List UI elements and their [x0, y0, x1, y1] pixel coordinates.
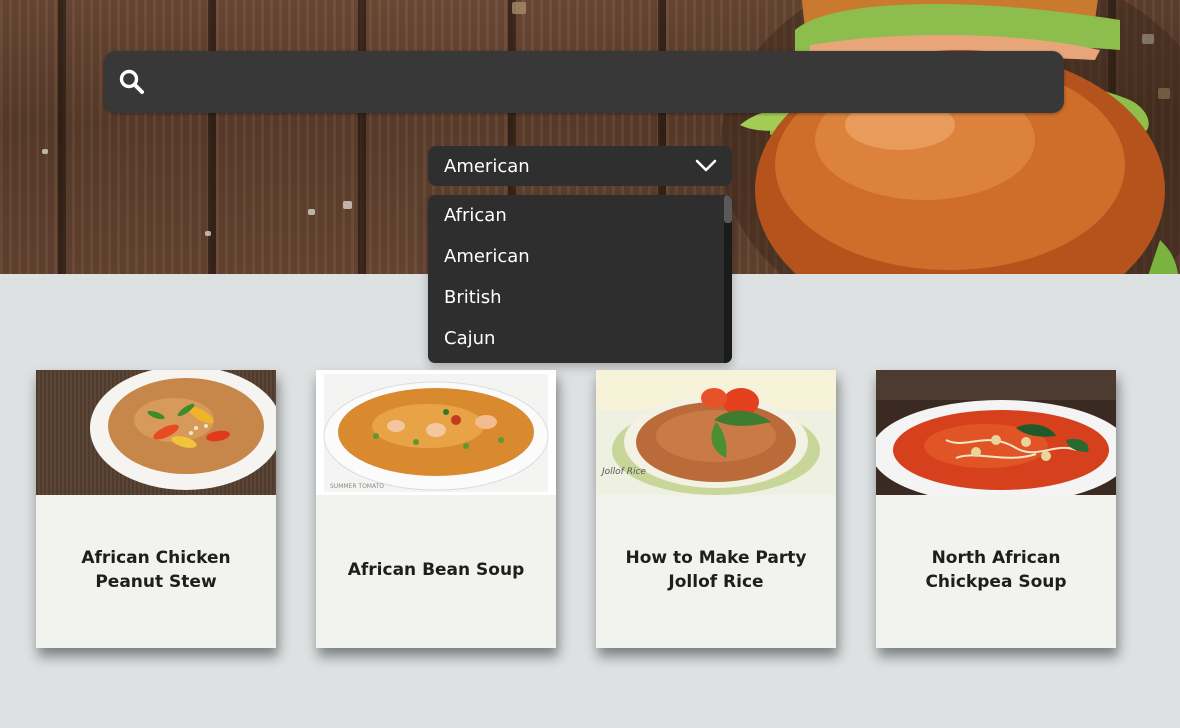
recipe-image-jollof-rice: Jollof Rice	[596, 370, 836, 495]
recipe-title[interactable]: North African Chickpea Soup	[886, 495, 1106, 648]
recipe-card[interactable]: African Chicken Peanut Stew	[36, 370, 276, 648]
crumb-3	[205, 231, 211, 236]
cuisine-options-list: African American British Cajun	[428, 195, 732, 359]
crumb-5	[512, 2, 526, 14]
option-cajun[interactable]: Cajun	[428, 318, 732, 359]
burger-image	[720, 0, 1180, 274]
option-american[interactable]: American	[428, 236, 732, 277]
recipe-card[interactable]: North African Chickpea Soup	[876, 370, 1116, 648]
cuisine-select-value: American	[444, 155, 530, 177]
image-watermark: SUMMER TOMATO	[330, 483, 384, 490]
search-input[interactable]	[146, 51, 1064, 113]
recipe-image-peanut-stew	[36, 370, 276, 495]
recipe-title[interactable]: African Chicken Peanut Stew	[46, 495, 266, 648]
search-icon[interactable]	[104, 51, 146, 113]
option-african[interactable]: African	[428, 195, 732, 236]
recipe-card[interactable]: SUMMER TOMATO African Bean Soup	[316, 370, 556, 648]
crumb-1	[343, 201, 352, 209]
crumb-4	[42, 149, 48, 154]
recipe-image-bean-soup: SUMMER TOMATO	[316, 370, 556, 495]
image-watermark: Jollof Rice	[600, 467, 646, 477]
crumb-2	[308, 209, 315, 215]
cuisine-select[interactable]: American	[428, 146, 732, 186]
options-scrollbar-thumb[interactable]	[724, 195, 732, 223]
recipe-title[interactable]: African Bean Soup	[326, 495, 546, 648]
recipe-card[interactable]: Jollof Rice How to Make Party Jollof Ric…	[596, 370, 836, 648]
option-british[interactable]: British	[428, 277, 732, 318]
chevron-down-icon[interactable]	[694, 154, 718, 178]
cuisine-options-panel: African American British Cajun	[428, 195, 732, 363]
search-bar	[104, 51, 1064, 113]
recipe-title[interactable]: How to Make Party Jollof Rice	[606, 495, 826, 648]
recipe-image-chickpea-soup	[876, 370, 1116, 495]
